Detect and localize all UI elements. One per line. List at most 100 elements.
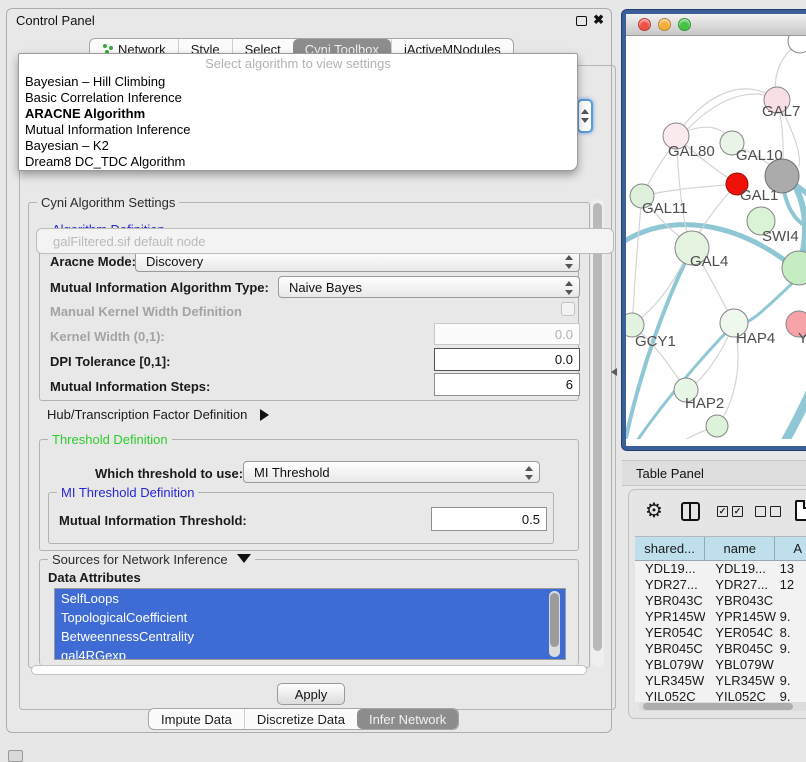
checked-checkbox-icon[interactable]: ✓: [717, 506, 728, 517]
table-row[interactable]: YBL079WYBL079W: [635, 657, 806, 673]
expander-collapsed-icon[interactable]: [260, 409, 269, 421]
table-cell: YDL19...: [705, 561, 775, 577]
table-cell: YBR045C: [635, 641, 705, 657]
network-canvas[interactable]: GAL7GAL80GAL10GAL1GAL11SWI4GAL4GCY1HAP4Y…: [626, 36, 806, 439]
table-cell: YER054C: [705, 625, 775, 641]
table-row[interactable]: YDR27...YDR27...12: [635, 577, 806, 593]
algorithm-option[interactable]: Bayesian – K2: [19, 138, 577, 154]
unchecked-checkbox-icon[interactable]: [770, 506, 781, 517]
node-label: GAL1: [740, 187, 778, 204]
network-edge[interactable]: [760, 388, 806, 439]
settings-vertical-scrollbar[interactable]: [591, 199, 604, 667]
network-edge[interactable]: [642, 184, 737, 196]
algorithm-option[interactable]: ARACNE Algorithm: [19, 106, 577, 122]
algorithm-option[interactable]: Mutual Information Inference: [19, 122, 577, 138]
table-panel-titlebar[interactable]: Table Panel: [622, 460, 806, 486]
kernel-width-label: Kernel Width (0,1):: [50, 329, 165, 344]
spinner-arrows-icon: [525, 466, 533, 480]
node-label: GCY1: [635, 333, 676, 350]
network-edge[interactable]: [632, 196, 642, 325]
algorithm-option[interactable]: Dream8 DC_TDC Algorithm: [19, 154, 577, 170]
columns-icon[interactable]: [681, 502, 700, 521]
node-label: GAL11: [642, 200, 688, 217]
network-window-titlebar[interactable]: [626, 14, 806, 36]
gear-icon[interactable]: ⚙: [645, 498, 663, 523]
attribute-list-item[interactable]: TopologicalCoefficient: [55, 608, 565, 627]
table-cell: YBR043C: [705, 593, 775, 609]
data-attributes-list[interactable]: SelfLoopsTopologicalCoefficientBetweenne…: [54, 588, 566, 660]
dpi-tolerance-field[interactable]: 0.0: [434, 348, 580, 371]
algorithm-option[interactable]: Bayesian – Hill Climbing: [19, 74, 577, 90]
bottom-tabs: Impute Data Discretize Data Infer Network: [148, 708, 459, 730]
table-horizontal-scrollbar[interactable]: [639, 702, 806, 711]
table-cell: YLR345W: [635, 673, 705, 689]
mi-type-combo[interactable]: Naive Bayes: [278, 276, 580, 298]
table-cell: 8.: [776, 625, 806, 641]
attribute-list-scrollbar[interactable]: [549, 591, 560, 657]
node-label: GAL80: [668, 143, 715, 160]
algorithm-option[interactable]: Basic Correlation Inference: [19, 90, 577, 106]
sources-legend: Sources for Network Inference: [48, 552, 255, 567]
tab-label: Discretize Data: [257, 712, 345, 727]
attribute-list-item[interactable]: SelfLoops: [55, 589, 565, 608]
settings-horizontal-scrollbar[interactable]: [31, 665, 587, 675]
mi-threshold-definition-group: MI Threshold Definition Mutual Informati…: [48, 492, 554, 544]
threshold-definition-group: Threshold Definition Which threshold to …: [39, 439, 579, 551]
expander-expanded-icon[interactable]: [237, 554, 251, 563]
table-row[interactable]: YLR345WYLR345W9.: [635, 673, 806, 689]
table-row[interactable]: YPR145WYPR145W9.: [635, 609, 806, 625]
tab-infer-network[interactable]: Infer Network: [357, 709, 458, 729]
control-panel-titlebar[interactable]: Control Panel ✖: [7, 9, 611, 33]
table-cell: 12: [776, 577, 806, 593]
table-cell: YDL19...: [635, 561, 705, 577]
panel-split-arrow-icon[interactable]: [611, 368, 617, 376]
minimize-traffic-light-icon[interactable]: [658, 18, 671, 31]
file-icon[interactable]: [795, 500, 806, 521]
mi-steps-field[interactable]: 6: [434, 373, 580, 396]
hub-definition-expander[interactable]: Hub/Transcription Factor Definition: [47, 406, 269, 424]
zoom-traffic-light-icon[interactable]: [678, 18, 691, 31]
table-source-combo[interactable]: galFiltered.sif default node: [36, 228, 614, 254]
network-view-window: GAL7GAL80GAL10GAL1GAL11SWI4GAL4GCY1HAP4Y…: [622, 10, 806, 450]
table-row[interactable]: YDL19...YDL19...13: [635, 561, 806, 577]
attribute-list-item[interactable]: gal4RGexp: [55, 646, 565, 660]
table-row[interactable]: YER054CYER054C8.: [635, 625, 806, 641]
mi-type-value: Naive Bayes: [289, 280, 362, 295]
table-panel-title: Table Panel: [636, 466, 704, 481]
algorithm-combo-placeholder: Select algorithm to view settings: [19, 54, 577, 74]
node-table: shared...nameA YDL19...YDL19...13YDR27..…: [635, 536, 806, 702]
node-label: GAL10: [736, 147, 783, 164]
table-column-header[interactable]: shared...: [635, 537, 705, 561]
close-traffic-light-icon[interactable]: [638, 18, 651, 31]
mi-steps-label: Mutual Information Steps:: [50, 379, 210, 394]
network-node[interactable]: [706, 415, 728, 437]
attribute-list-item[interactable]: BetweennessCentrality: [55, 627, 565, 646]
table-column-header[interactable]: name: [705, 537, 775, 561]
data-attributes-label: Data Attributes: [48, 570, 141, 585]
table-row[interactable]: YBR043CYBR043C: [635, 593, 806, 609]
minimized-panel-icon[interactable]: [8, 750, 23, 762]
tab-discretize-data[interactable]: Discretize Data: [244, 709, 357, 729]
table-column-header[interactable]: A: [775, 537, 806, 561]
mi-threshold-field[interactable]: 0.5: [431, 507, 547, 531]
table-cell: YPR145W: [705, 609, 775, 625]
checked-checkbox-icon[interactable]: ✓: [732, 506, 743, 517]
network-edge[interactable]: [636, 426, 717, 439]
table-row[interactable]: YBR045CYBR045C9.: [635, 641, 806, 657]
close-icon[interactable]: ✖: [593, 12, 604, 28]
which-threshold-combo[interactable]: MI Threshold: [243, 461, 540, 483]
unchecked-checkbox-icon[interactable]: [755, 506, 766, 517]
tab-impute-data[interactable]: Impute Data: [149, 709, 244, 729]
float-window-icon[interactable]: [576, 16, 587, 26]
table-row[interactable]: YIL052CYIL052C9.: [635, 689, 806, 702]
kernel-width-field[interactable]: 0.0: [434, 323, 580, 345]
network-node[interactable]: [782, 251, 806, 285]
apply-button[interactable]: Apply: [277, 683, 345, 705]
node-label: HAP2: [685, 395, 724, 412]
network-node[interactable]: [788, 36, 806, 53]
algorithm-combo-arrow-button[interactable]: [577, 99, 593, 133]
cyni-settings-legend: Cyni Algorithm Settings: [37, 195, 179, 210]
manual-kernel-checkbox[interactable]: [561, 302, 575, 316]
table-cell: YDR27...: [635, 577, 705, 593]
table-header-row: shared...nameA: [635, 537, 806, 561]
